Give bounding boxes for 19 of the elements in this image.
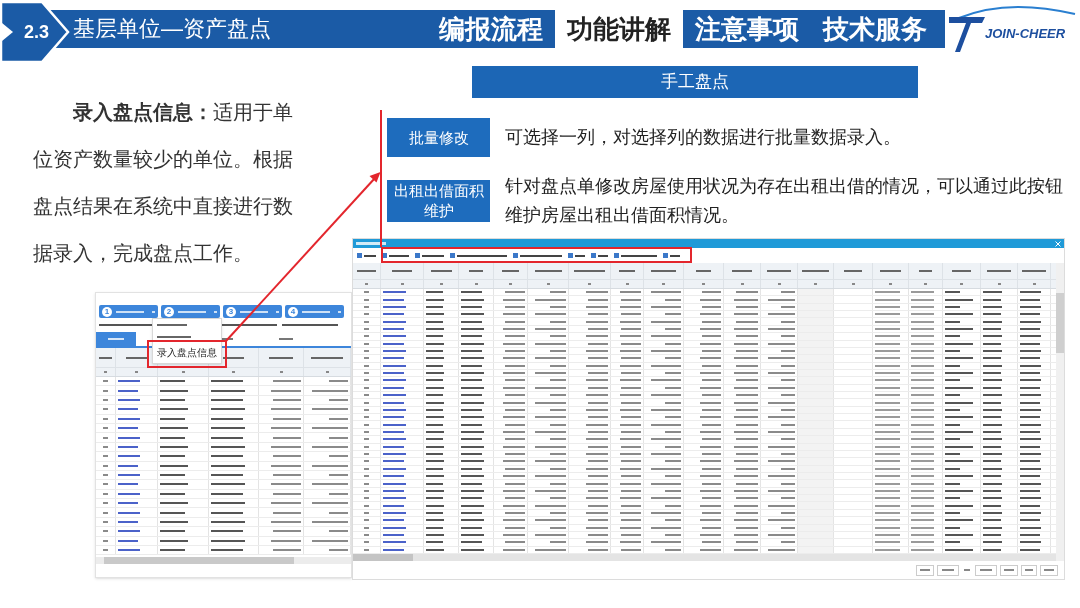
feature-label: 出租出借面积维护 bbox=[387, 180, 490, 222]
step-button[interactable]: 4 bbox=[285, 305, 344, 318]
section-number: 2.3 bbox=[24, 23, 50, 41]
step-button[interactable]: 2 bbox=[161, 305, 220, 318]
menu-item[interactable]: 录入盘点信息 bbox=[153, 343, 221, 363]
feature-label: 批量修改 bbox=[387, 118, 490, 157]
step-button[interactable]: 1 bbox=[99, 305, 158, 318]
nav-tab[interactable]: 功能讲解 bbox=[555, 10, 683, 48]
feature-description: 针对盘点单修改房屋使用状况为存在出租出借的情况，可以通过此按钮维护房屋出租出借面积情况。 bbox=[505, 175, 1064, 227]
intro-paragraph: 录入盘点信息：适用于单位资产数量较少的单位。根据盘点结果在系统中直接进行数据录入，完成盘点工作。 bbox=[33, 100, 294, 266]
company-logo: JOIN-CHEER bbox=[945, 2, 1080, 58]
section-banner: 手工盘点 bbox=[472, 66, 918, 98]
step-button[interactable]: 3 bbox=[223, 305, 282, 318]
nav-tab[interactable]: 注意事项 bbox=[683, 10, 811, 48]
feature-description: 可选择一列，对选择列的数据进行批量数据录入。 bbox=[505, 126, 902, 149]
nav-tab[interactable]: 编报流程 bbox=[427, 10, 555, 48]
nav-tab[interactable]: 技术服务 bbox=[811, 10, 939, 48]
slide-title: 基层单位—资产盘点 bbox=[73, 18, 271, 40]
close-icon[interactable] bbox=[1055, 240, 1061, 247]
